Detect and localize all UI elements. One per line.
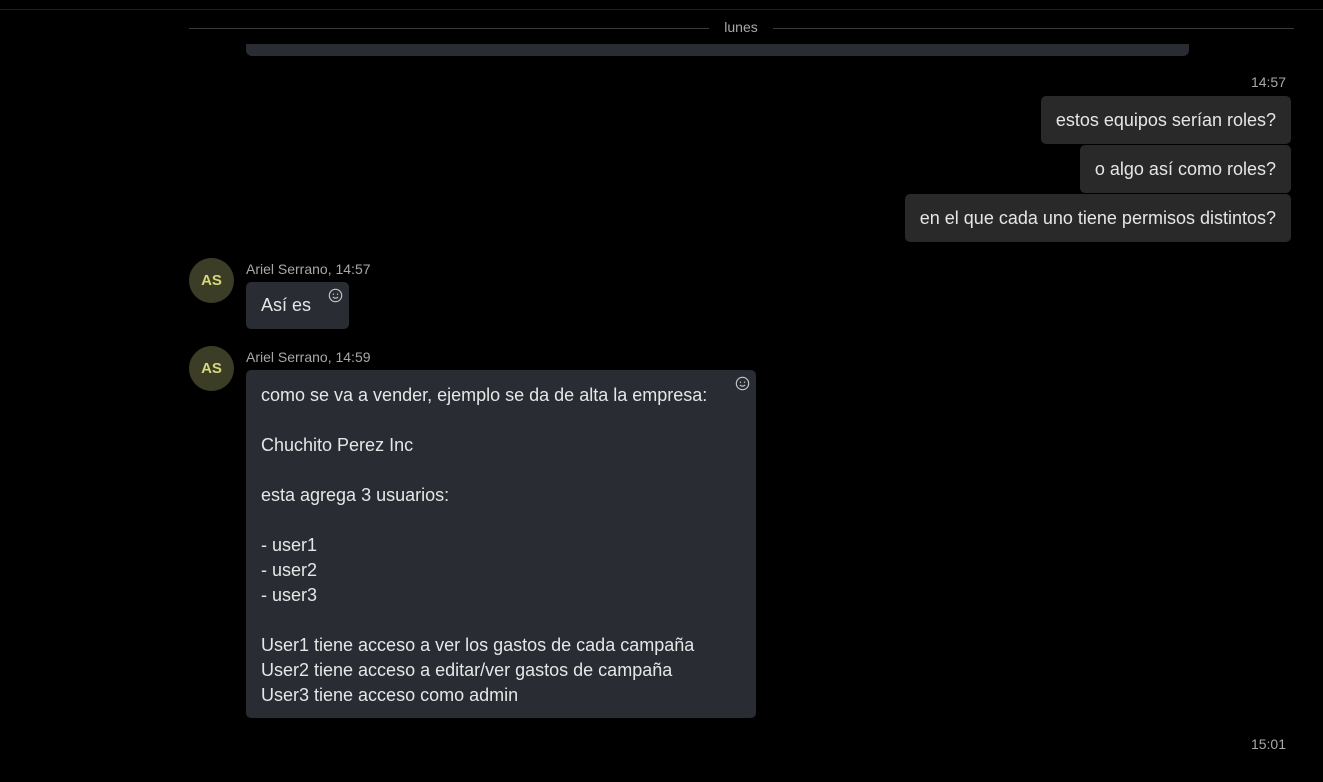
bottom-timestamp: 15:01: [1250, 736, 1286, 752]
day-divider-line-left: [189, 28, 709, 29]
outgoing-message[interactable]: o algo así como roles?: [1079, 145, 1291, 193]
smiley-icon[interactable]: [328, 288, 343, 303]
message-time: 14:57: [335, 261, 371, 277]
message-line: esta agrega 3 usuarios:: [261, 485, 450, 505]
message-text: o algo así como roles?: [1094, 159, 1276, 179]
sender-name: Ariel Serrano: [246, 261, 328, 277]
message-line: - user3: [261, 585, 318, 605]
message-line: User1 tiene acceso a ver los gastos de c…: [261, 635, 695, 655]
message-text: en el que cada uno tiene permisos distin…: [919, 208, 1276, 228]
message-line: [261, 508, 741, 533]
chat-thread: lunes 14:57 estos equipos serían roles? …: [0, 0, 1323, 782]
outgoing-message[interactable]: estos equipos serían roles?: [1040, 96, 1291, 144]
message-line: [261, 608, 741, 633]
message-meta: Ariel Serrano, 14:59: [246, 348, 371, 366]
message-line: Chuchito Perez Inc: [261, 435, 414, 455]
message-text: estos equipos serían roles?: [1055, 110, 1276, 130]
message-line: [261, 458, 741, 483]
message-line: User2 tiene acceso a editar/ver gastos d…: [261, 660, 673, 680]
message-line: User3 tiene acceso como admin: [261, 685, 519, 705]
message-line: como se va a vender, ejemplo se da de al…: [261, 385, 708, 405]
day-divider: lunes: [189, 17, 1294, 37]
message-line: - user1: [261, 535, 318, 555]
message-text: Así es: [261, 295, 312, 315]
incoming-message[interactable]: Así es: [246, 282, 349, 329]
message-line: - user2: [261, 560, 318, 580]
avatar[interactable]: AS: [189, 346, 234, 391]
previous-message-bubble[interactable]: [246, 44, 1189, 56]
message-line: [261, 408, 741, 433]
incoming-message[interactable]: como se va a vender, ejemplo se da de al…: [246, 370, 756, 718]
outgoing-timestamp: 14:57: [1250, 74, 1286, 90]
day-divider-label: lunes: [724, 19, 758, 35]
day-divider-line-right: [773, 28, 1294, 29]
sender-name: Ariel Serrano: [246, 349, 328, 365]
avatar[interactable]: AS: [189, 258, 234, 303]
message-time: 14:59: [335, 349, 371, 365]
outgoing-message[interactable]: en el que cada uno tiene permisos distin…: [904, 194, 1291, 242]
message-meta: Ariel Serrano, 14:57: [246, 260, 371, 278]
top-divider: [0, 9, 1323, 10]
smiley-icon[interactable]: [735, 376, 750, 391]
